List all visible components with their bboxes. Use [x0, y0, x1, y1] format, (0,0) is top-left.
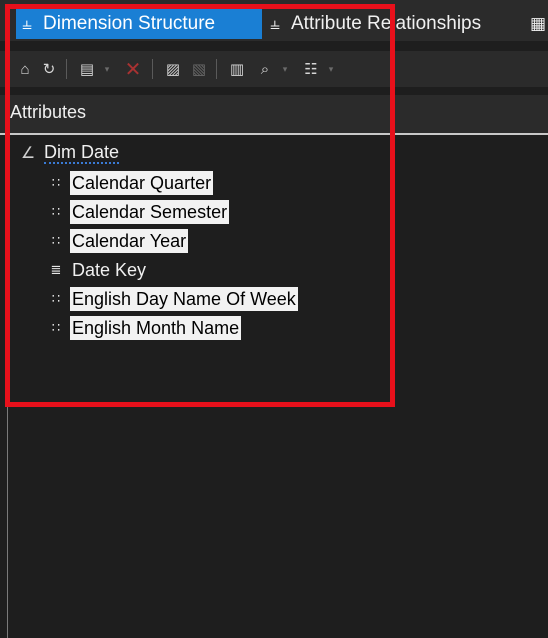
attribute-relationships-icon: ⫨	[270, 14, 280, 33]
pane-splitter[interactable]	[7, 135, 8, 638]
designer-tab-bar: ⫨ Dimension Structure ⫨ Attribute Relati…	[0, 0, 548, 41]
attribute-icon: ∷	[51, 175, 61, 190]
new-named-query-icon[interactable]: ▥	[226, 58, 248, 80]
find-table-icon[interactable]: ⌕	[254, 58, 276, 80]
attribute-label: English Month Name	[70, 316, 242, 340]
attribute-item[interactable]: ∷ Calendar Semester	[48, 199, 230, 225]
tab-label: Dimension Structure	[43, 13, 216, 34]
attribute-label: Calendar Semester	[70, 200, 230, 224]
attribute-item-key[interactable]: ≣ Date Key	[48, 257, 148, 283]
refresh-icon[interactable]: ↻	[38, 58, 60, 80]
toolbar-separator	[66, 59, 67, 79]
chevron-down-icon[interactable]: ▾	[282, 61, 288, 77]
delete-icon[interactable]: ✕	[122, 58, 144, 81]
show-table-icon[interactable]: ▨	[162, 58, 184, 80]
designer-toolbar: ⌂ ↻ ▤ ▾ ✕ ▨ ▧ ▥ ⌕ ▾ ☷ ▾	[0, 51, 548, 87]
tab-dimension-structure[interactable]: ⫨ Dimension Structure	[16, 9, 262, 39]
attributes-pane-title: Attributes	[10, 102, 87, 122]
dimension-icon: ∠	[20, 145, 36, 162]
attributes-pane-header: Attributes	[0, 95, 548, 133]
tab-overflow[interactable]: ▦	[530, 9, 548, 39]
tab-label: Attribute Relationships	[291, 13, 482, 34]
tree-root-label: Dim Date	[44, 142, 120, 164]
hide-table-icon[interactable]: ▧	[188, 58, 210, 80]
add-business-intelligence-icon[interactable]: ⌂	[14, 58, 36, 80]
layout-diagram-icon[interactable]: ☷	[300, 58, 322, 80]
attribute-icon: ∷	[51, 233, 61, 248]
attribute-item[interactable]: ∷ Calendar Year	[48, 228, 189, 254]
toolbar-separator	[152, 59, 153, 79]
attribute-icon: ∷	[51, 291, 61, 306]
attribute-label: Date Key	[72, 260, 147, 280]
attribute-label: English Day Name Of Week	[70, 287, 298, 311]
toolbar-separator	[216, 59, 217, 79]
attribute-item[interactable]: ∷ English Day Name Of Week	[48, 286, 298, 312]
tab-overflow-icon: ▦	[530, 14, 547, 33]
ssdt-dimension-designer: ⫨ Dimension Structure ⫨ Attribute Relati…	[0, 0, 548, 638]
show-list-icon[interactable]: ▤	[76, 58, 98, 80]
tab-attribute-relationships[interactable]: ⫨ Attribute Relationships	[264, 9, 514, 39]
key-attribute-icon: ≣	[50, 262, 62, 277]
tree-root-dim-date[interactable]: ∠ Dim Date	[18, 142, 120, 164]
chevron-down-icon[interactable]: ▾	[104, 61, 110, 77]
dimension-structure-icon: ⫨	[22, 14, 32, 33]
pane-divider	[0, 133, 548, 135]
attribute-item[interactable]: ∷ English Month Name	[48, 315, 242, 341]
attribute-label: Calendar Year	[70, 229, 189, 253]
chevron-down-icon[interactable]: ▾	[328, 61, 334, 77]
attribute-icon: ∷	[51, 320, 61, 335]
attribute-label: Calendar Quarter	[70, 171, 214, 195]
attribute-icon: ∷	[51, 204, 61, 219]
attribute-item[interactable]: ∷ Calendar Quarter	[48, 170, 214, 196]
